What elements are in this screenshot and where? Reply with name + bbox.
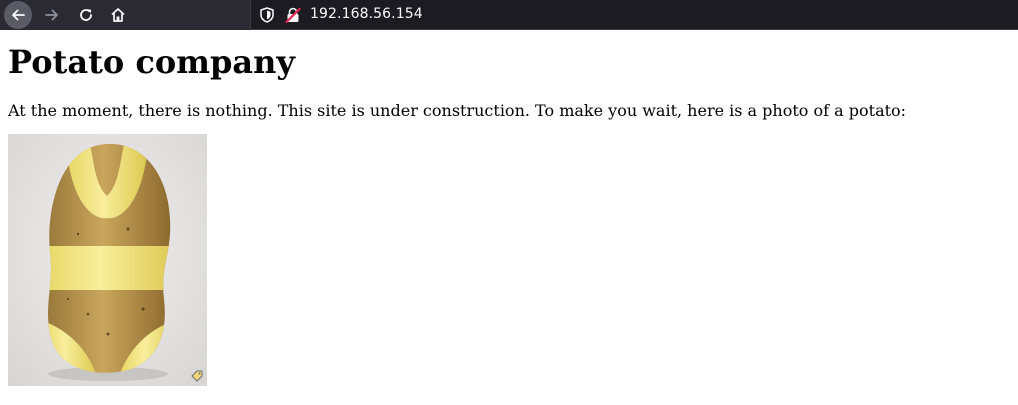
shield-icon <box>260 7 274 23</box>
reload-button[interactable] <box>72 1 100 29</box>
insecure-lock-icon <box>285 7 301 23</box>
image-badge-icon <box>191 370 203 382</box>
back-button[interactable] <box>4 1 32 29</box>
home-icon <box>111 8 125 22</box>
tracking-protection-button[interactable] <box>259 7 275 23</box>
arrow-left-icon <box>12 9 25 21</box>
url-text[interactable]: 192.168.56.154 <box>310 6 423 22</box>
reload-icon <box>80 9 92 21</box>
browser-toolbar: 192.168.56.154 <box>0 0 1018 30</box>
construction-message: At the moment, there is nothing. This si… <box>8 101 907 120</box>
page-content: Potato company At the moment, there is n… <box>8 30 1010 386</box>
potato-illustration <box>8 134 207 386</box>
page-title: Potato company <box>8 43 295 81</box>
home-button[interactable] <box>104 1 132 29</box>
address-bar[interactable]: 192.168.56.154 <box>250 0 1018 30</box>
forward-button[interactable] <box>38 1 66 29</box>
arrow-right-icon <box>45 9 58 21</box>
site-security-button[interactable] <box>285 7 301 23</box>
potato-photo <box>8 134 207 386</box>
